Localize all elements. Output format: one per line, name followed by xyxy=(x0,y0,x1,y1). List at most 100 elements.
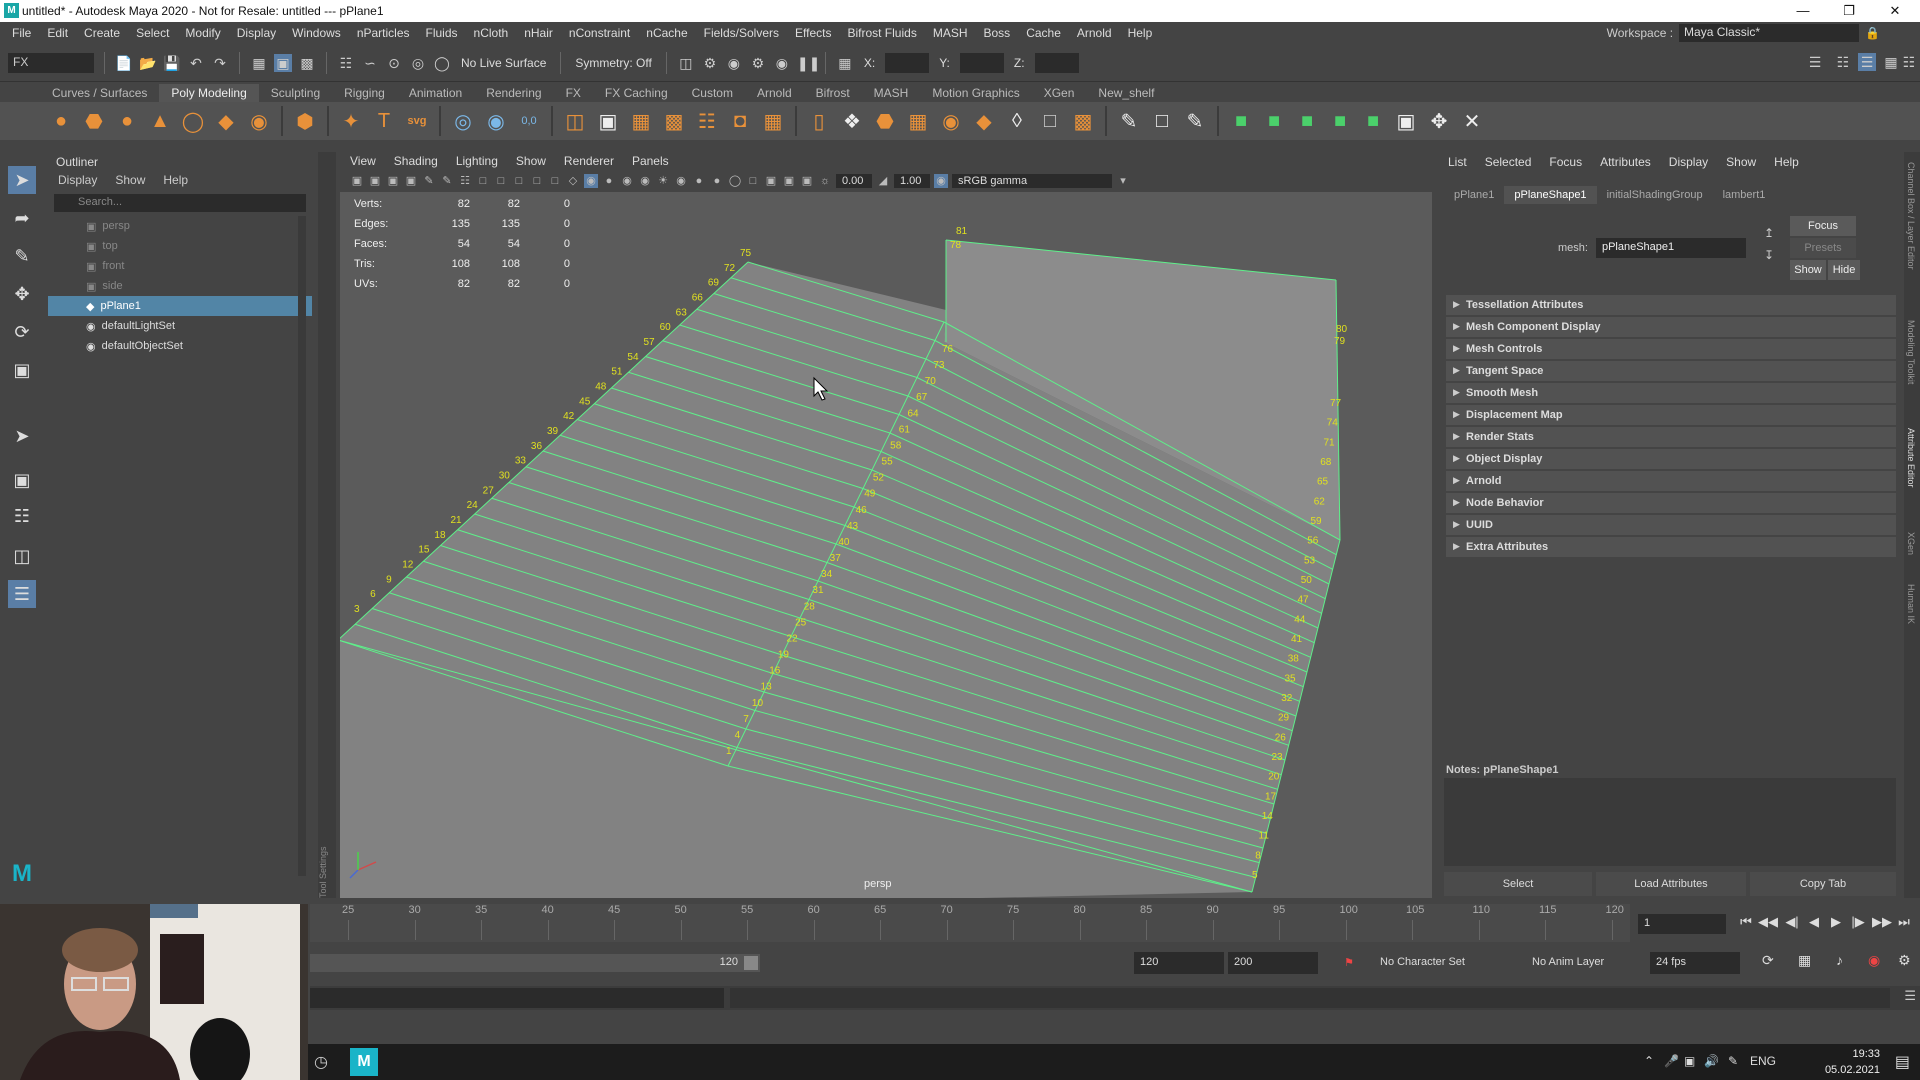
section-object-display[interactable]: ▶ Object Display xyxy=(1446,449,1896,469)
poly-cone-icon[interactable]: ▲ xyxy=(145,106,175,136)
viewport-menu-view[interactable]: View xyxy=(350,154,376,168)
film-gate-icon[interactable]: □ xyxy=(476,174,490,188)
auto-key-icon[interactable]: ⚑ xyxy=(1344,956,1354,969)
delete-history-icon[interactable]: ✕ xyxy=(1457,106,1487,136)
live-surface-label[interactable]: No Live Surface xyxy=(457,56,550,70)
textured-icon[interactable]: ◉ xyxy=(638,174,652,188)
fps-dropdown[interactable]: 24 fps xyxy=(1650,952,1740,974)
tab-human-ik[interactable]: Human IK xyxy=(1906,584,1916,624)
pen-icon[interactable]: ✎ xyxy=(1728,1054,1738,1068)
open-scene-icon[interactable]: 📂 xyxy=(139,54,157,72)
gamma-field[interactable]: 1.00 xyxy=(894,174,930,188)
shelf-tab-rigging[interactable]: Rigging xyxy=(332,84,397,102)
poly-cube-icon[interactable]: ⬣ xyxy=(79,106,109,136)
edge-loop-icon[interactable]: ▩ xyxy=(1068,106,1098,136)
shelf-tab-animation[interactable]: Animation xyxy=(397,84,474,102)
z-field[interactable] xyxy=(1034,52,1079,73)
snap-point-icon[interactable]: ⊙ xyxy=(385,54,403,72)
quad-draw-icon[interactable]: ✎ xyxy=(1114,106,1144,136)
x-field[interactable] xyxy=(885,52,930,73)
menu-select[interactable]: Select xyxy=(128,26,177,40)
menu-fields-solvers[interactable]: Fields/Solvers xyxy=(696,26,787,40)
shelf-tab-rendering[interactable]: Rendering xyxy=(474,84,553,102)
viewport-3d[interactable]: 3 6 9 12 15 18 21 24 27 30 33 36 39 42 45 48 51 54 57 60 63 6… xyxy=(340,192,1432,898)
anti-aliasing-icon[interactable]: ◯ xyxy=(728,174,742,188)
volume-icon[interactable]: 🔊 xyxy=(1704,1054,1719,1068)
bridge-icon[interactable]: ▦ xyxy=(758,106,788,136)
notes-textarea[interactable] xyxy=(1444,778,1896,866)
tab-pplaneshape1[interactable]: pPlaneShape1 xyxy=(1504,186,1597,204)
tool-settings-icon[interactable]: ▦ xyxy=(1882,53,1900,71)
menu-cache[interactable]: Cache xyxy=(1018,26,1069,40)
section-uuid[interactable]: ▶ UUID xyxy=(1446,515,1896,535)
network-icon[interactable]: ▣ xyxy=(1684,1054,1695,1068)
isolate-select-icon[interactable]: ▣ xyxy=(764,174,778,188)
shelf-tab-poly-modeling[interactable]: Poly Modeling xyxy=(159,84,259,102)
input-language[interactable]: ENG xyxy=(1750,1054,1776,1068)
camera-attributes-icon[interactable]: ▣ xyxy=(368,174,382,188)
separate-icon[interactable]: ▣ xyxy=(593,106,623,136)
move-tool-icon[interactable]: ✥ xyxy=(8,280,36,308)
animation-prefs-icon[interactable]: ⚙ xyxy=(1898,952,1911,969)
snap-grid-icon[interactable]: ☷ xyxy=(337,54,355,72)
paint-select-icon[interactable]: ✎ xyxy=(8,242,36,270)
close-button[interactable]: ✕ xyxy=(1872,0,1918,22)
single-view-icon[interactable]: ▣ xyxy=(8,466,36,494)
render-settings-icon[interactable]: ⚙ xyxy=(749,54,767,72)
load-attributes-button[interactable]: Load Attributes xyxy=(1596,872,1746,896)
target-weld-icon[interactable]: ✎ xyxy=(1180,106,1210,136)
uv-layout-icon[interactable]: 0,0 xyxy=(514,106,544,136)
chevron-down-icon[interactable]: ▾ xyxy=(1116,174,1130,188)
wireframe-icon[interactable]: ◇ xyxy=(566,174,580,188)
exposure-field[interactable]: 0.00 xyxy=(836,174,872,188)
tool-settings-tab[interactable]: Tool Settings xyxy=(318,152,336,898)
motion-blur-icon[interactable]: ● xyxy=(710,174,724,188)
shelf-tab-arnold[interactable]: Arnold xyxy=(745,84,804,102)
depth-of-field-icon[interactable]: □ xyxy=(746,174,760,188)
step-back-key-icon[interactable]: ◀◀ xyxy=(1758,914,1778,930)
poly-cylinder-icon[interactable]: ● xyxy=(112,106,142,136)
outliner-item-front[interactable]: ▣ front xyxy=(48,256,312,276)
color-management-icon[interactable]: ◉ xyxy=(934,174,948,188)
section-tangent-space[interactable]: ▶ Tangent Space xyxy=(1446,361,1896,381)
two-view-icon[interactable]: ◫ xyxy=(8,542,36,570)
render-view-icon[interactable]: ◫ xyxy=(677,54,695,72)
loop-icon[interactable]: ⟳ xyxy=(1762,952,1774,969)
hide-button[interactable]: Hide xyxy=(1828,260,1860,280)
tab-attribute-editor[interactable]: Attribute Editor xyxy=(1906,428,1916,488)
section-tessellation-attributes[interactable]: ▶ Tessellation Attributes xyxy=(1446,295,1896,315)
default-material-icon[interactable]: ● xyxy=(602,174,616,188)
tab-pplane1[interactable]: pPlane1 xyxy=(1444,186,1504,204)
snap-curve-icon[interactable]: ∽ xyxy=(361,54,379,72)
field-chart-icon[interactable]: □ xyxy=(530,174,544,188)
booleans-icon[interactable]: ☷ xyxy=(692,106,722,136)
play-backwards-icon[interactable]: ◀ xyxy=(1804,914,1824,930)
sidebar-toggle-icon[interactable]: ☰ xyxy=(1806,53,1824,71)
animation-end-field[interactable]: 200 xyxy=(1228,952,1318,974)
extrude-icon[interactable]: ▯ xyxy=(804,106,834,136)
menu-ncloth[interactable]: nCloth xyxy=(466,26,517,40)
menu-modify[interactable]: Modify xyxy=(177,26,228,40)
step-forward-frame-icon[interactable]: |▶ xyxy=(1848,914,1868,930)
svg-tool-icon[interactable]: svg xyxy=(402,106,432,136)
ipr-render-icon[interactable]: ◉ xyxy=(725,54,743,72)
redo-icon[interactable]: ↷ xyxy=(211,54,229,72)
tab-xgen[interactable]: XGen xyxy=(1906,532,1916,555)
shelf-tab-fx-caching[interactable]: FX Caching xyxy=(593,84,680,102)
cache-icon[interactable]: ◉ xyxy=(1868,952,1880,969)
current-frame-field[interactable]: 1 xyxy=(1638,914,1726,934)
channel-box-icon[interactable]: ☷ xyxy=(1900,53,1918,71)
poly-torus-icon[interactable]: ◯ xyxy=(178,106,208,136)
menu-nhair[interactable]: nHair xyxy=(516,26,561,40)
tab-initialshadinggroup[interactable]: initialShadingGroup xyxy=(1597,186,1713,204)
set-normal-icon[interactable]: ■ xyxy=(1292,106,1322,136)
select-hierarchy-icon[interactable]: ▦ xyxy=(250,54,268,72)
outliner-search-input[interactable]: Search... xyxy=(54,194,306,212)
sound-icon[interactable]: ▦ xyxy=(1798,952,1811,969)
bevel-icon[interactable]: ❖ xyxy=(837,106,867,136)
make-hole-icon[interactable]: ◉ xyxy=(936,106,966,136)
section-extra-attributes[interactable]: ▶ Extra Attributes xyxy=(1446,537,1896,557)
modeling-toolkit-icon[interactable]: ☷ xyxy=(1834,53,1852,71)
goto-input-icon[interactable]: ↥ xyxy=(1764,226,1774,240)
viewport-menu-lighting[interactable]: Lighting xyxy=(456,154,498,168)
